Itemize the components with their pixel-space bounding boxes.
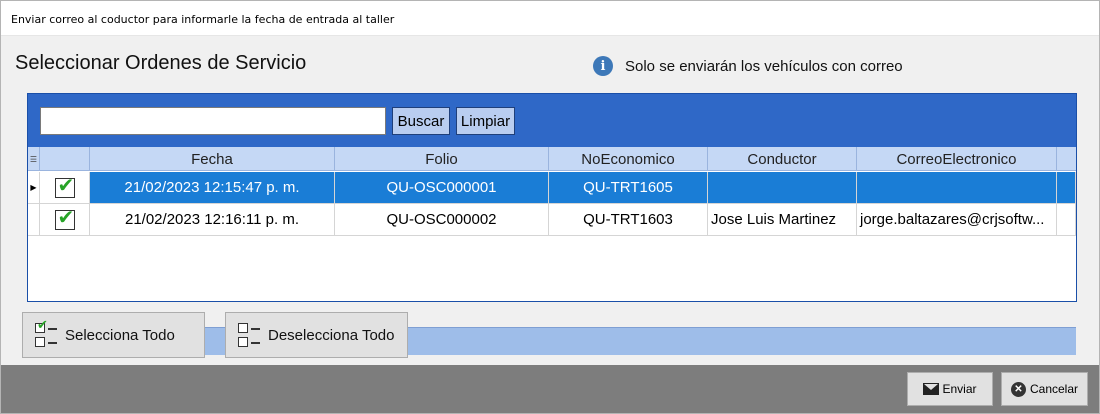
row-checkbox-cell[interactable]: ✔ — [40, 172, 90, 204]
close-circle-icon: ✕ — [1010, 381, 1026, 397]
bottom-action-bar: Enviar ✕ Cancelar — [1, 365, 1099, 413]
cell-conductor[interactable] — [708, 172, 857, 204]
column-header-filler — [1057, 147, 1076, 171]
row-checkbox-cell[interactable]: ✔ — [40, 204, 90, 236]
cancel-label: Cancelar — [1029, 382, 1079, 396]
row-selector[interactable]: ▶ — [28, 172, 40, 204]
orders-table: ☰ Fecha Folio NoEconomico Conductor Corr… — [28, 147, 1076, 356]
column-header-folio[interactable]: Folio — [335, 147, 549, 171]
title-bar: Enviar correo al coductor para informarl… — [1, 1, 1099, 36]
current-row-icon: ▶ — [30, 183, 37, 192]
info-text: Solo se enviarán los vehículos con corre… — [625, 57, 903, 75]
unchecked-list-icon — [238, 321, 262, 349]
cell-filler — [1057, 172, 1076, 204]
table-row[interactable]: ✔ 21/02/2023 12:16:11 p. m. QU-OSC000002… — [28, 204, 1076, 236]
window-title: Enviar correo al coductor para informarl… — [11, 13, 395, 26]
cell-filler — [1057, 204, 1076, 236]
cell-correo[interactable] — [857, 172, 1057, 204]
check-icon: ✔ — [57, 204, 75, 229]
table-row[interactable]: ▶ ✔ 21/02/2023 12:15:47 p. m. QU-OSC0000… — [28, 172, 1076, 204]
column-header-noeconomico[interactable]: NoEconomico — [549, 147, 708, 171]
cell-noeconomico[interactable]: QU-TRT1605 — [549, 172, 708, 204]
column-header-check[interactable] — [40, 147, 90, 171]
column-header-conductor[interactable]: Conductor — [708, 147, 857, 171]
send-button[interactable]: Enviar — [907, 372, 993, 406]
cell-folio[interactable]: QU-OSC000001 — [335, 172, 549, 204]
deselect-all-button[interactable]: Deselecciona Todo — [225, 312, 408, 358]
search-input[interactable] — [40, 107, 386, 135]
grid-menu-icon: ☰ — [29, 154, 38, 164]
table-header: ☰ Fecha Folio NoEconomico Conductor Corr… — [28, 147, 1076, 171]
orders-grid-panel: Buscar Limpiar ☰ Fecha Folio NoEconomico… — [27, 93, 1077, 356]
check-icon: ✔ — [57, 172, 75, 197]
row-checkbox[interactable]: ✔ — [54, 173, 75, 198]
deselect-all-label: Deselecciona Todo — [268, 326, 395, 344]
select-all-button[interactable]: ✔ Selecciona Todo — [22, 312, 205, 358]
row-checkbox[interactable]: ✔ — [54, 205, 75, 230]
send-label: Enviar — [942, 382, 977, 396]
select-all-label: Selecciona Todo — [65, 326, 175, 344]
envelope-icon — [923, 383, 940, 395]
row-selector[interactable] — [28, 204, 40, 236]
cell-correo[interactable]: jorge.baltazares@crjsoftw... — [857, 204, 1057, 236]
cell-fecha[interactable]: 21/02/2023 12:15:47 p. m. — [90, 172, 335, 204]
search-button[interactable]: Buscar — [392, 107, 450, 135]
cancel-button[interactable]: ✕ Cancelar — [1001, 372, 1088, 406]
dialog-window: Enviar correo al coductor para informarl… — [0, 0, 1100, 414]
info-note: i Solo se enviarán los vehículos con cor… — [593, 56, 903, 76]
dialog-content: Seleccionar Ordenes de Servicio i Solo s… — [1, 36, 1099, 365]
checklist-icon: ✔ — [35, 318, 59, 349]
column-header-correo[interactable]: CorreoElectronico — [857, 147, 1057, 171]
cell-fecha[interactable]: 21/02/2023 12:16:11 p. m. — [90, 204, 335, 236]
cell-conductor[interactable]: Jose Luis Martinez — [708, 204, 857, 236]
info-icon: i — [593, 56, 613, 76]
column-header-fecha[interactable]: Fecha — [90, 147, 335, 171]
row-header-corner[interactable]: ☰ — [28, 147, 40, 171]
cell-noeconomico[interactable]: QU-TRT1603 — [549, 204, 708, 236]
cell-folio[interactable]: QU-OSC000002 — [335, 204, 549, 236]
clear-button[interactable]: Limpiar — [456, 107, 515, 135]
page-title: Seleccionar Ordenes de Servicio — [15, 52, 307, 74]
